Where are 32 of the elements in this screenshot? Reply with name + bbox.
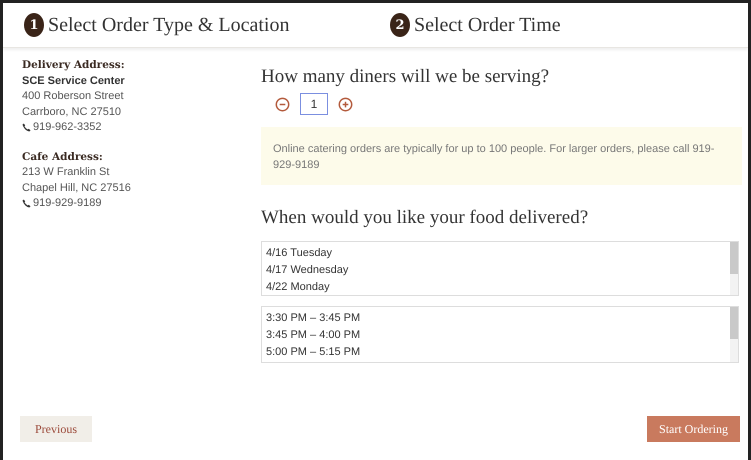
address-line: Chapel Hill, NC 27516 xyxy=(22,180,132,196)
address-line: 213 W Franklin St xyxy=(22,165,110,180)
date-list[interactable]: 4/16 Tuesday 4/17 Wednesday 4/22 Monday xyxy=(261,241,739,296)
date-option[interactable]: 4/16 Tuesday xyxy=(266,245,726,262)
phone-icon xyxy=(22,199,31,208)
time-list[interactable]: 3:30 PM – 3:45 PM 3:45 PM – 4:00 PM 5:00 PM – 5:15 PM xyxy=(261,306,739,363)
time-option[interactable]: 3:30 PM – 3:45 PM xyxy=(266,310,726,327)
address-heading: Cafe Address: xyxy=(22,150,104,164)
notice-message: Online catering orders are typically for up to 100 people. For larger orders, please call 919-929-9189 xyxy=(261,127,742,185)
step-number-badge: 2 xyxy=(390,13,410,37)
date-option[interactable]: 4/22 Monday xyxy=(266,279,726,296)
address-heading: Delivery Address: xyxy=(22,58,126,73)
question-heading: How many diners will we be serving? xyxy=(261,66,550,88)
minus-circle-icon[interactable] xyxy=(275,96,290,112)
phone-icon xyxy=(22,123,31,132)
phone-number: 919-962-3352 xyxy=(33,120,102,135)
address-name: SCE Service Center xyxy=(22,74,126,88)
question-heading: When would you like your food delivered? xyxy=(261,207,590,229)
scrollbar[interactable] xyxy=(730,307,738,362)
plus-circle-icon[interactable] xyxy=(338,96,353,112)
diners-input-field[interactable]: 1 xyxy=(300,93,328,115)
time-option[interactable]: 5:00 PM – 5:15 PM xyxy=(266,344,726,361)
previous-button[interactable]: Previous xyxy=(20,416,92,442)
address-line: 400 Roberson Street xyxy=(22,89,125,104)
step-number-badge: 1 xyxy=(24,13,44,37)
step-title: Select Order Type & Location xyxy=(48,14,290,36)
step-title: Select Order Time xyxy=(414,14,561,36)
address-line: Carrboro, NC 27510 xyxy=(22,104,122,120)
time-option[interactable]: 3:45 PM – 4:00 PM xyxy=(266,327,726,344)
phone-number: 919-929-9189 xyxy=(33,196,102,211)
date-option[interactable]: 4/17 Wednesday xyxy=(266,262,726,279)
scrollbar[interactable] xyxy=(730,242,738,295)
